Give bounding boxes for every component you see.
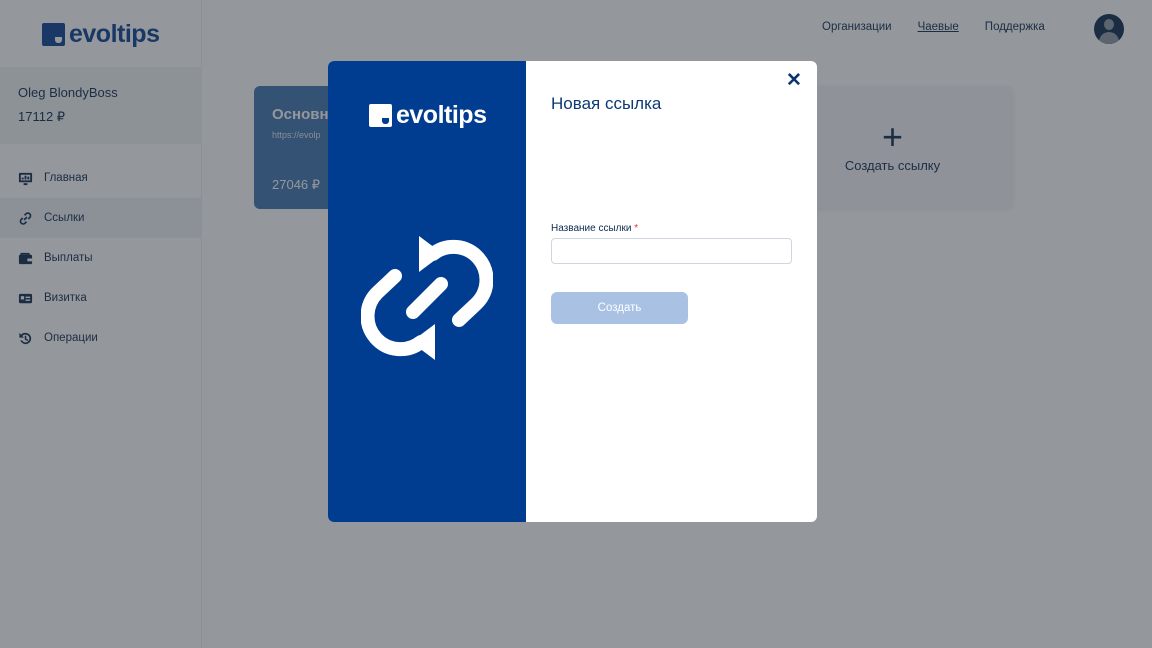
close-icon[interactable]: ✕	[786, 70, 802, 91]
logo-mark-icon	[369, 104, 392, 127]
link-name-label: Название ссылки *	[551, 223, 638, 234]
chain-link-icon	[361, 236, 493, 360]
modal-brand-logo: evoltips	[369, 101, 487, 130]
modal-title: Новая ссылка	[551, 94, 662, 113]
modal-brand-name: evoltips	[396, 101, 487, 129]
new-link-modal: evoltips ✕ Новая ссылка Название ссылки …	[328, 61, 817, 522]
link-name-label-text: Название ссылки	[551, 223, 632, 234]
modal-illustration-panel: evoltips	[328, 61, 526, 522]
link-name-input[interactable]	[551, 238, 792, 264]
create-button[interactable]: Создать	[551, 292, 688, 324]
required-mark: *	[634, 223, 639, 234]
